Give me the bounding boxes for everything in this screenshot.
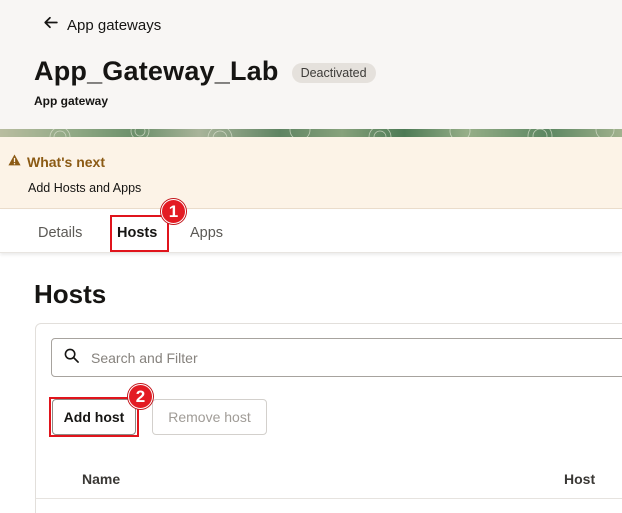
search-input[interactable] [91,349,491,366]
annotation-marker-2: 2 [128,384,153,409]
title-row: App_Gateway_Lab Deactivated [34,56,376,87]
tab-details[interactable]: Details [38,225,82,241]
remove-host-button[interactable]: Remove host [152,399,267,435]
column-header-name[interactable]: Name [82,471,120,487]
tab-bar: Details Hosts Apps [0,210,622,253]
tab-hosts[interactable]: Hosts [117,225,157,241]
arrow-left-icon [42,14,59,36]
search-filter-box[interactable] [51,338,622,377]
decorative-banner [0,129,622,137]
app-gateway-page: App gateways App_Gateway_Lab Deactivated… [0,0,622,513]
whats-next-notice: What's next Add Hosts and Apps [0,137,622,209]
notice-text: Add Hosts and Apps [28,181,142,195]
back-link-label[interactable]: App gateways [67,17,161,34]
notice-title: What's next [27,154,106,170]
page-subtitle: App gateway [34,94,109,108]
tab-apps[interactable]: Apps [190,225,223,241]
page-title: App_Gateway_Lab [34,56,279,86]
back-link[interactable]: App gateways [42,14,161,36]
page-header: App gateways App_Gateway_Lab Deactivated… [0,0,622,129]
add-host-button[interactable]: Add host [52,399,136,435]
section-title: Hosts [34,279,107,309]
search-icon [64,348,79,368]
notice-header: What's next [8,153,105,171]
annotation-marker-1: 1 [161,199,186,224]
warning-triangle-icon [8,153,21,171]
column-header-host[interactable]: Host [564,471,595,487]
status-badge: Deactivated [291,62,376,83]
table-divider [36,498,622,499]
